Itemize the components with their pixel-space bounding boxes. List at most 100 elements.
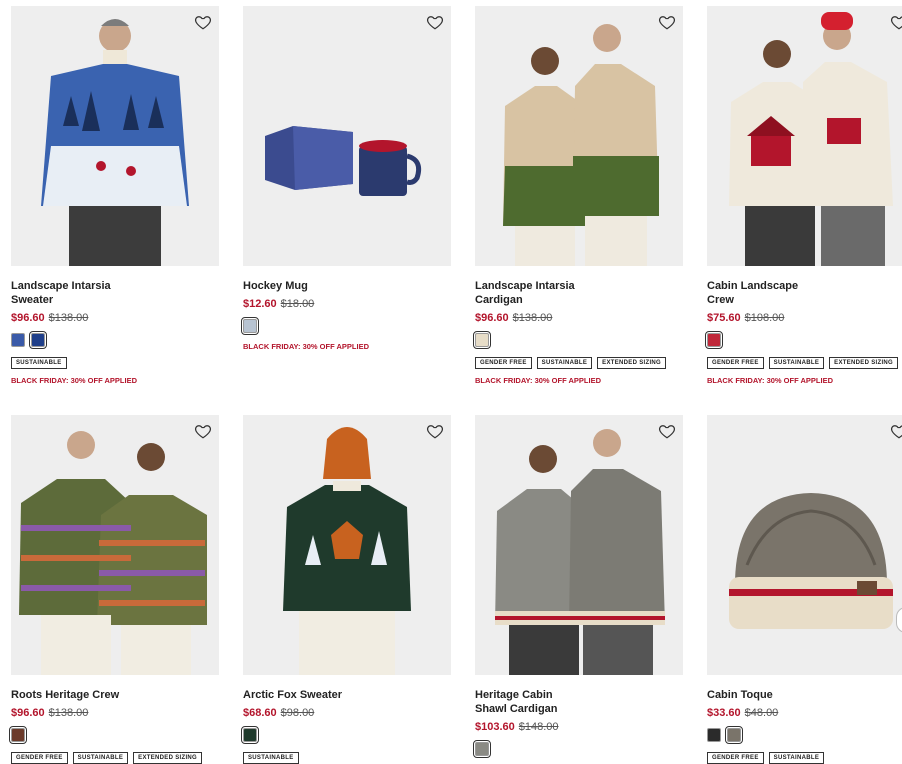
original-price: $98.00 <box>280 707 315 719</box>
product-price: $12.60 $18.00 <box>243 298 451 311</box>
color-swatch-selected[interactable] <box>473 331 491 349</box>
original-price: $138.00 <box>48 707 89 719</box>
sale-price: $68.60 <box>243 707 277 719</box>
mug-illustration <box>243 6 451 266</box>
promo-text: BLACK FRIDAY: 30% OFF APPLIED <box>243 342 369 351</box>
color-swatch[interactable] <box>11 333 25 347</box>
color-swatches <box>707 726 902 744</box>
color-swatches <box>473 740 683 758</box>
badge-sustainable: SUSTAINABLE <box>768 357 825 369</box>
product-name[interactable]: Cabin Landscape Crew <box>707 279 817 307</box>
product-badges: GENDER FREE SUSTAINABLE <box>707 752 902 764</box>
product-card-roots-heritage-crew[interactable]: Roots Heritage Crew $96.60 $138.00 GENDER… <box>9 415 219 764</box>
badge-extended-sizing: EXTENDED SIZING <box>597 357 667 369</box>
product-price: $96.60 $138.00 <box>11 312 219 325</box>
sale-price: $96.60 <box>11 707 45 719</box>
product-card-landscape-intarsia-cardigan[interactable]: Landscape Intarsia Cardigan $96.60 $138.0… <box>473 6 683 385</box>
badge-gender-free: GENDER FREE <box>475 357 532 369</box>
product-image[interactable] <box>243 6 451 266</box>
product-price: $68.60 $98.00 <box>243 707 451 720</box>
wishlist-heart-icon[interactable] <box>658 13 676 31</box>
product-price: $96.60 $138.00 <box>475 312 683 325</box>
product-card-cabin-landscape-crew[interactable]: Cabin Landscape Crew $75.60 $108.00 GENDE… <box>705 6 902 385</box>
product-card-landscape-intarsia-sweater[interactable]: Landscape Intarsia Sweater $96.60 $138.00… <box>11 6 219 385</box>
product-name[interactable]: Heritage Cabin Shawl Cardigan <box>475 688 585 716</box>
crew-illustration <box>707 6 902 266</box>
badge-extended-sizing: EXTENDED SIZING <box>133 752 203 764</box>
product-price: $75.60 $108.00 <box>707 312 902 325</box>
promo-text: BLACK FRIDAY: 30% OFF APPLIED <box>11 376 137 385</box>
wishlist-heart-icon[interactable] <box>890 422 902 440</box>
sale-price: $33.60 <box>707 707 741 719</box>
product-badges: SUSTAINABLE <box>243 752 451 764</box>
product-image[interactable] <box>243 415 451 675</box>
badge-sustainable: SUSTAINABLE <box>768 752 825 764</box>
product-price: $33.60 $48.00 <box>707 707 902 720</box>
toque-illustration <box>707 415 902 675</box>
product-image[interactable] <box>11 415 219 675</box>
color-swatch[interactable] <box>707 728 721 742</box>
badge-sustainable: SUSTAINABLE <box>72 752 129 764</box>
wishlist-heart-icon[interactable] <box>194 13 212 31</box>
color-swatch-selected[interactable] <box>473 740 491 758</box>
product-card-arctic-fox-sweater[interactable]: Arctic Fox Sweater $68.60 $98.00 SUSTAINA… <box>241 415 451 764</box>
color-swatches <box>705 331 902 349</box>
product-price: $96.60 $138.00 <box>11 707 219 720</box>
original-price: $48.00 <box>744 707 779 719</box>
color-swatches <box>241 317 451 335</box>
product-image[interactable] <box>707 415 902 675</box>
product-badges: GENDER FREE SUSTAINABLE EXTENDED SIZING <box>11 752 219 764</box>
badge-gender-free: GENDER FREE <box>11 752 68 764</box>
original-price: $138.00 <box>512 312 553 324</box>
fox-sweater-illustration <box>243 415 451 675</box>
product-image[interactable] <box>707 6 902 266</box>
shawl-cardigan-illustration <box>475 415 683 675</box>
wishlist-heart-icon[interactable] <box>426 422 444 440</box>
color-swatch-selected[interactable] <box>705 331 723 349</box>
product-name[interactable]: Landscape Intarsia Sweater <box>11 279 121 307</box>
product-price: $103.60 $148.00 <box>475 721 683 734</box>
color-swatch-selected[interactable] <box>241 317 259 335</box>
heritage-crew-illustration <box>11 415 219 675</box>
cardigan-illustration <box>475 6 683 266</box>
sale-price: $75.60 <box>707 312 741 324</box>
color-swatches <box>241 726 451 744</box>
badge-gender-free: GENDER FREE <box>707 752 764 764</box>
badge-sustainable: SUSTAINABLE <box>536 357 593 369</box>
color-swatch-selected[interactable] <box>29 331 47 349</box>
sale-price: $103.60 <box>475 721 515 733</box>
promo-text: BLACK FRIDAY: 30% OFF APPLIED <box>475 376 601 385</box>
sale-price: $96.60 <box>11 312 45 324</box>
color-swatches <box>473 331 683 349</box>
product-image[interactable] <box>475 415 683 675</box>
product-image[interactable] <box>11 6 219 266</box>
wishlist-heart-icon[interactable] <box>426 13 444 31</box>
original-price: $108.00 <box>744 312 785 324</box>
product-card-hockey-mug[interactable]: Hockey Mug $12.60 $18.00 BLACK FRIDAY: 30… <box>241 6 451 351</box>
product-card-cabin-toque[interactable]: Cabin Toque $33.60 $48.00 GENDER FREE SUS… <box>707 415 902 764</box>
wishlist-heart-icon[interactable] <box>890 13 902 31</box>
original-price: $148.00 <box>518 721 559 733</box>
color-swatch-selected[interactable] <box>9 726 27 744</box>
wishlist-heart-icon[interactable] <box>194 422 212 440</box>
color-swatch-selected[interactable] <box>725 726 743 744</box>
wishlist-heart-icon[interactable] <box>658 422 676 440</box>
product-card-heritage-cabin-shawl-cardigan[interactable]: Heritage Cabin Shawl Cardigan $103.60 $14… <box>473 415 683 758</box>
product-name[interactable]: Arctic Fox Sweater <box>243 688 353 702</box>
product-name[interactable]: Landscape Intarsia Cardigan <box>475 279 585 307</box>
product-name[interactable]: Cabin Toque <box>707 688 817 702</box>
badge-gender-free: GENDER FREE <box>707 357 764 369</box>
product-badges: GENDER FREE SUSTAINABLE EXTENDED SIZING <box>475 357 683 369</box>
original-price: $138.00 <box>48 312 89 324</box>
color-swatches <box>11 331 219 349</box>
sale-price: $96.60 <box>475 312 509 324</box>
color-swatches <box>9 726 219 744</box>
product-badges: GENDER FREE SUSTAINABLE EXTENDED SIZING <box>707 357 902 369</box>
badge-extended-sizing: EXTENDED SIZING <box>829 357 899 369</box>
product-name[interactable]: Roots Heritage Crew <box>11 688 121 702</box>
product-name[interactable]: Hockey Mug <box>243 279 353 293</box>
badge-sustainable: SUSTAINABLE <box>11 357 67 369</box>
original-price: $18.00 <box>280 298 315 310</box>
product-image[interactable] <box>475 6 683 266</box>
color-swatch-selected[interactable] <box>241 726 259 744</box>
